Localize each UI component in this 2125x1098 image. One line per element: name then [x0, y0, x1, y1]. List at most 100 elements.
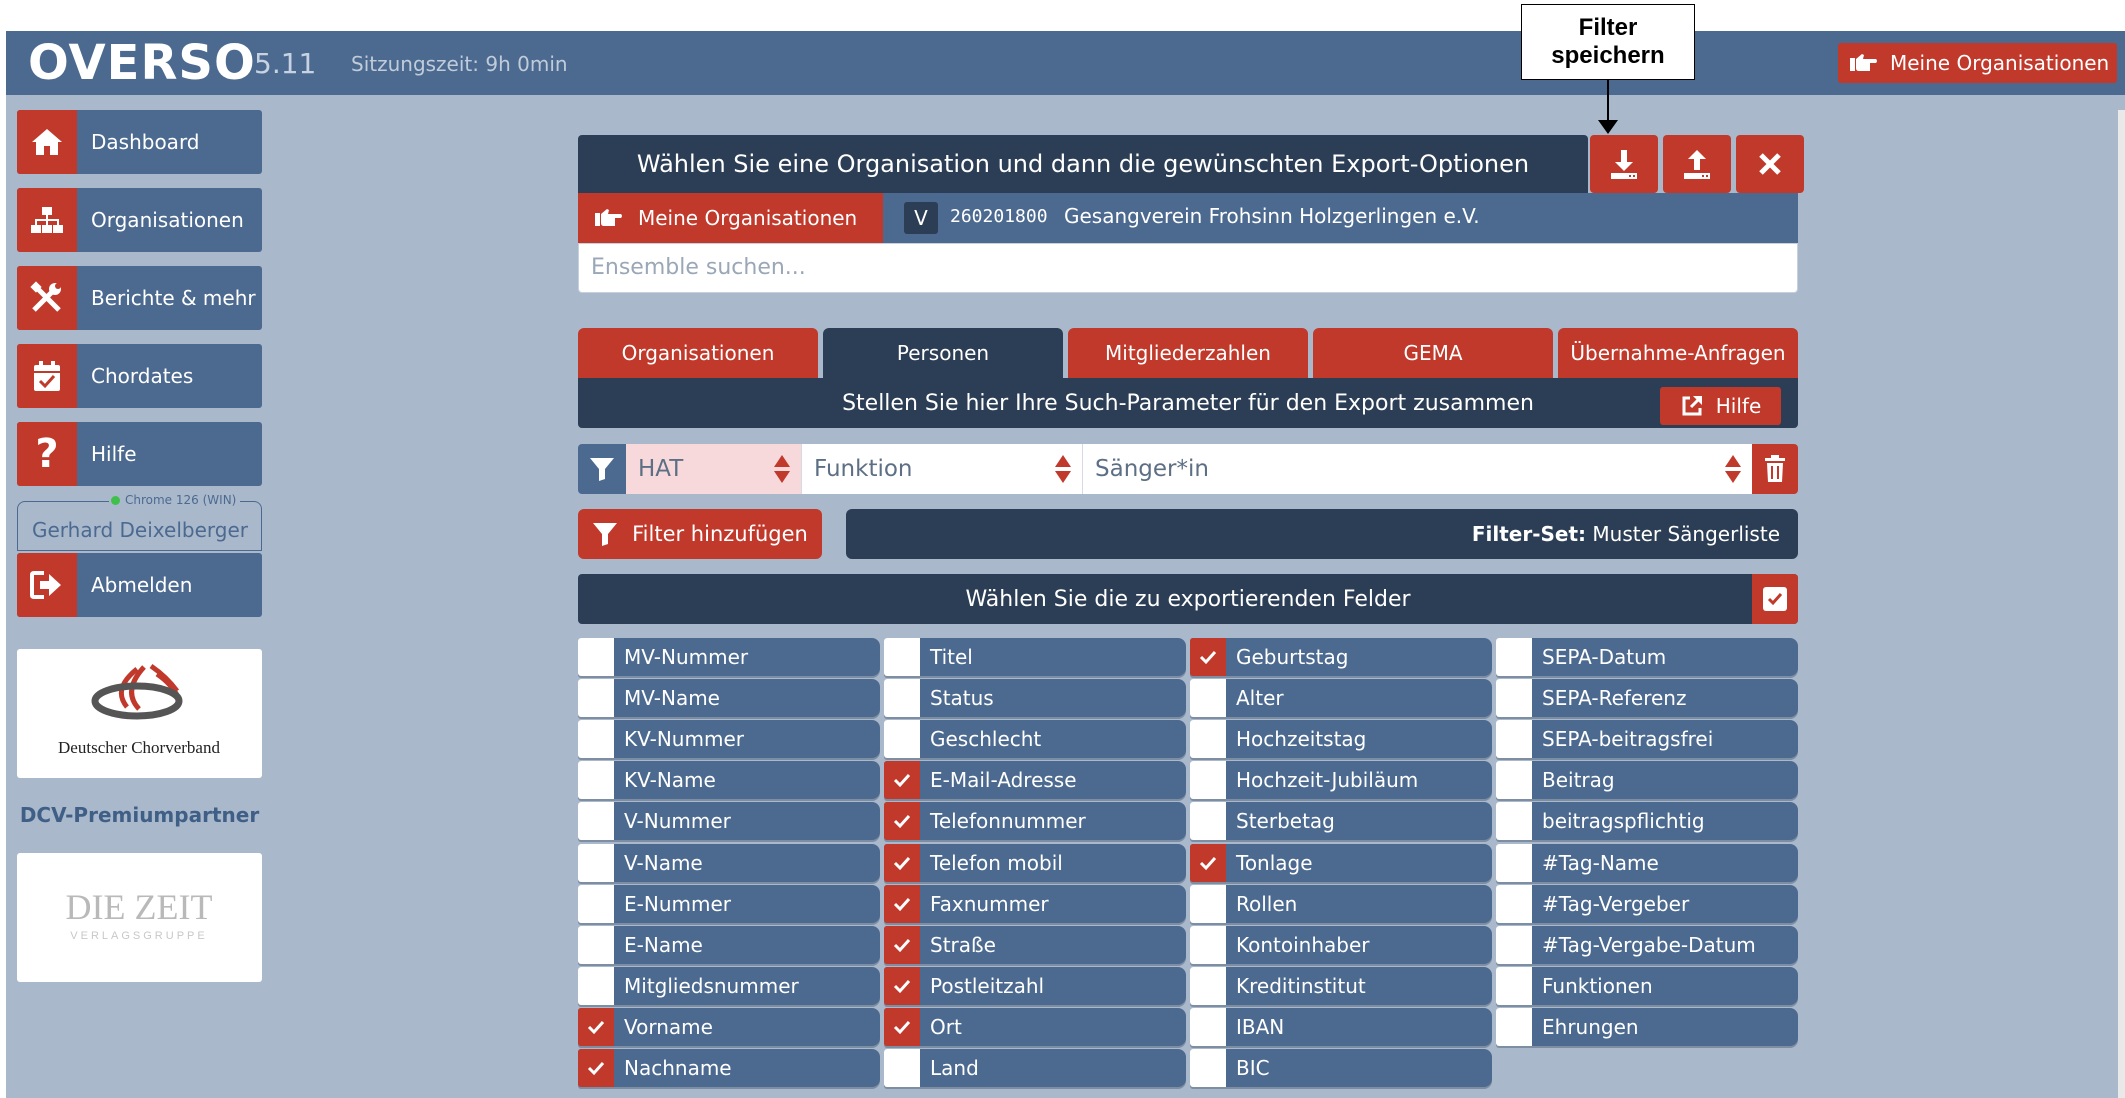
checkbox-icon[interactable]	[884, 638, 920, 676]
field-option[interactable]: Ehrungen	[1496, 1008, 1798, 1046]
sidebar-item-dashboard[interactable]: Dashboard	[17, 110, 262, 174]
field-option[interactable]: Beitrag	[1496, 761, 1798, 799]
field-option[interactable]: Kreditinstitut	[1190, 967, 1492, 1005]
load-filter-button[interactable]	[1663, 135, 1731, 193]
tab-organisationen[interactable]: Organisationen	[578, 328, 818, 378]
checkbox-icon[interactable]	[1190, 720, 1226, 758]
zeit-logo[interactable]: DIE ZEIT VERLAGSGRUPPE	[17, 853, 262, 982]
field-option[interactable]: Telefon mobil	[884, 844, 1186, 882]
field-option[interactable]: Funktionen	[1496, 967, 1798, 1005]
checkbox-icon[interactable]	[578, 761, 614, 799]
field-option[interactable]: E-Name	[578, 926, 880, 964]
field-option[interactable]: Vorname	[578, 1008, 880, 1046]
checkbox-icon[interactable]	[1496, 638, 1532, 676]
field-option[interactable]: Mitgliedsnummer	[578, 967, 880, 1005]
field-option[interactable]: SEPA-Referenz	[1496, 679, 1798, 717]
checkbox-icon[interactable]	[578, 638, 614, 676]
save-filter-button[interactable]	[1590, 135, 1658, 193]
tab-uebernahme-anfragen[interactable]: Übernahme-Anfragen	[1558, 328, 1798, 378]
checkbox-icon[interactable]	[1190, 885, 1226, 923]
checkbox-icon[interactable]	[578, 967, 614, 1005]
checkbox-checked-icon[interactable]	[884, 1008, 920, 1046]
filter-field-select[interactable]: Funktion	[802, 444, 1083, 494]
field-option[interactable]: Sterbetag	[1190, 802, 1492, 840]
checkbox-icon[interactable]	[1496, 1008, 1532, 1046]
tab-gema[interactable]: GEMA	[1313, 328, 1553, 378]
field-option[interactable]: Titel	[884, 638, 1186, 676]
checkbox-checked-icon[interactable]	[884, 926, 920, 964]
checkbox-icon[interactable]	[884, 720, 920, 758]
remove-filter-button[interactable]	[1752, 444, 1798, 494]
filter-value-select[interactable]: Sänger*in	[1083, 444, 1752, 494]
scrollbar[interactable]	[2118, 110, 2125, 1098]
field-option[interactable]: E-Mail-Adresse	[884, 761, 1186, 799]
field-option[interactable]: KV-Name	[578, 761, 880, 799]
checkbox-icon[interactable]	[578, 926, 614, 964]
field-option[interactable]: Hochzeit-Jubiläum	[1190, 761, 1492, 799]
checkbox-checked-icon[interactable]	[578, 1008, 614, 1046]
sidebar-item-organisationen[interactable]: Organisationen	[17, 188, 262, 252]
checkbox-icon[interactable]	[1190, 926, 1226, 964]
tab-mitgliederzahlen[interactable]: Mitgliederzahlen	[1068, 328, 1308, 378]
checkbox-checked-icon[interactable]	[884, 802, 920, 840]
checkbox-icon[interactable]	[578, 885, 614, 923]
field-option[interactable]: V-Name	[578, 844, 880, 882]
field-option[interactable]: Land	[884, 1049, 1186, 1087]
sidebar-item-chordates[interactable]: Chordates	[17, 344, 262, 408]
checkbox-checked-icon[interactable]	[1190, 844, 1226, 882]
checkbox-icon[interactable]	[1496, 720, 1532, 758]
field-option[interactable]: V-Nummer	[578, 802, 880, 840]
field-option[interactable]: MV-Name	[578, 679, 880, 717]
my-organisations-select-button[interactable]: Meine Organisationen	[578, 193, 883, 243]
checkbox-icon[interactable]	[578, 720, 614, 758]
field-option[interactable]: E-Nummer	[578, 885, 880, 923]
checkbox-icon[interactable]	[1190, 802, 1226, 840]
checkbox-checked-icon[interactable]	[884, 967, 920, 1005]
checkbox-icon[interactable]	[1496, 844, 1532, 882]
field-option[interactable]: MV-Nummer	[578, 638, 880, 676]
checkbox-icon[interactable]	[1496, 967, 1532, 1005]
field-option[interactable]: Faxnummer	[884, 885, 1186, 923]
help-button[interactable]: Hilfe	[1660, 387, 1781, 425]
field-option[interactable]: Hochzeitstag	[1190, 720, 1492, 758]
logout-button[interactable]: Abmelden	[17, 553, 262, 617]
field-option[interactable]: SEPA-beitragsfrei	[1496, 720, 1798, 758]
checkbox-icon[interactable]	[1496, 761, 1532, 799]
tab-personen[interactable]: Personen	[823, 328, 1063, 378]
checkbox-icon[interactable]	[578, 679, 614, 717]
checkbox-icon[interactable]	[1190, 967, 1226, 1005]
field-option[interactable]: IBAN	[1190, 1008, 1492, 1046]
checkbox-icon[interactable]	[1496, 926, 1532, 964]
checkbox-icon[interactable]	[1496, 802, 1532, 840]
checkbox-checked-icon[interactable]	[1190, 638, 1226, 676]
checkbox-checked-icon[interactable]	[578, 1049, 614, 1087]
checkbox-icon[interactable]	[1190, 1049, 1226, 1087]
checkbox-icon[interactable]	[884, 1049, 920, 1087]
field-option[interactable]: SEPA-Datum	[1496, 638, 1798, 676]
field-option[interactable]: Status	[884, 679, 1186, 717]
field-option[interactable]: Postleitzahl	[884, 967, 1186, 1005]
checkbox-checked-icon[interactable]	[884, 844, 920, 882]
field-option[interactable]: beitragspflichtig	[1496, 802, 1798, 840]
field-option[interactable]: Rollen	[1190, 885, 1492, 923]
checkbox-icon[interactable]	[1190, 1008, 1226, 1046]
my-organisations-button[interactable]: Meine Organisationen	[1838, 43, 2117, 83]
checkbox-checked-icon[interactable]	[884, 885, 920, 923]
field-option[interactable]: Tonlage	[1190, 844, 1492, 882]
field-option[interactable]: Nachname	[578, 1049, 880, 1087]
field-option[interactable]: Kontoinhaber	[1190, 926, 1492, 964]
field-option[interactable]: Geburtstag	[1190, 638, 1492, 676]
filter-operator-select[interactable]: HAT	[626, 444, 802, 494]
dcv-logo[interactable]: Deutscher Chorverband	[17, 649, 262, 778]
checkbox-icon[interactable]	[1496, 885, 1532, 923]
field-option[interactable]: BIC	[1190, 1049, 1492, 1087]
field-option[interactable]: Ort	[884, 1008, 1186, 1046]
field-option[interactable]: #Tag-Name	[1496, 844, 1798, 882]
checkbox-icon[interactable]	[578, 844, 614, 882]
ensemble-search-input[interactable]: Ensemble suchen...	[578, 243, 1798, 293]
select-all-fields-button[interactable]	[1752, 574, 1798, 624]
field-option[interactable]: Straße	[884, 926, 1186, 964]
field-option[interactable]: Telefonnummer	[884, 802, 1186, 840]
checkbox-icon[interactable]	[578, 802, 614, 840]
checkbox-icon[interactable]	[1496, 679, 1532, 717]
